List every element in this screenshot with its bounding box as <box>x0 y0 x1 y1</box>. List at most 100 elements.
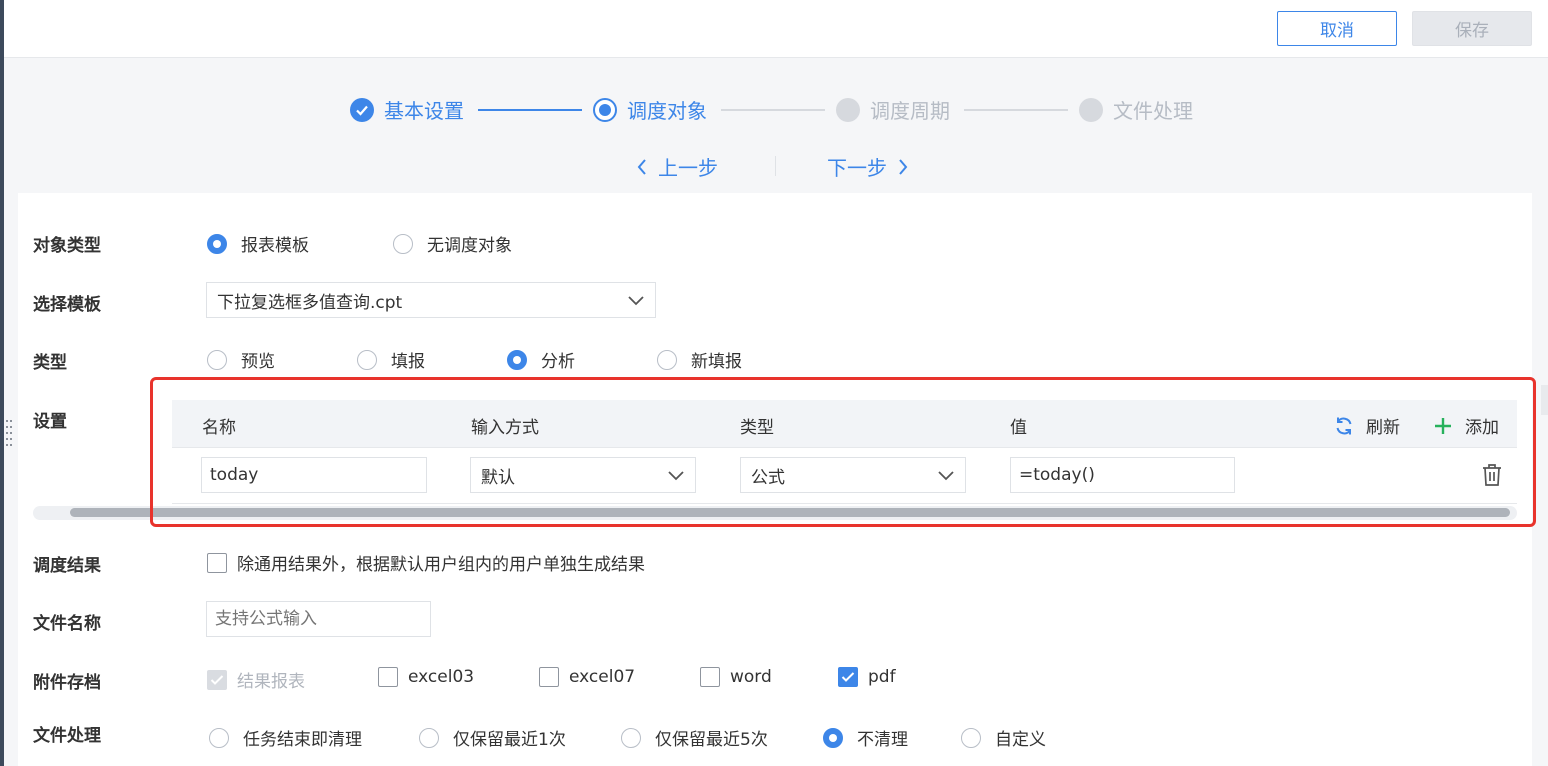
checkbox-label: pdf <box>868 667 896 687</box>
radio-analysis[interactable]: 分析 <box>507 347 575 372</box>
settings-label: 设置 <box>33 412 67 432</box>
cancel-button[interactable]: 取消 <box>1277 11 1397 46</box>
radio-no-cleanup[interactable]: 不清理 <box>823 725 908 750</box>
checkbox-label: excel03 <box>408 667 475 687</box>
refresh-button[interactable]: 刷新 <box>1334 413 1400 438</box>
table-header: 名称 输入方式 类型 值 <box>172 400 1517 448</box>
add-label: 添加 <box>1465 418 1499 438</box>
radio-checked-icon <box>823 727 843 748</box>
file-name-label: 文件名称 <box>33 614 101 634</box>
refresh-icon <box>1336 417 1352 434</box>
checkbox-label: 结果报表 <box>237 672 305 692</box>
horizontal-scrollbar-thumb[interactable] <box>70 508 1510 517</box>
step-basic-settings[interactable]: 基本设置 <box>350 95 464 124</box>
radio-unchecked-icon <box>357 349 377 370</box>
radio-label: 不清理 <box>857 730 908 750</box>
step-label: 基本设置 <box>384 99 464 123</box>
radio-label: 分析 <box>541 352 575 372</box>
current-step-icon <box>593 97 617 122</box>
checkbox-result-report[interactable]: 结果报表 <box>207 667 305 692</box>
per-user-result-checkbox[interactable]: 除通用结果外，根据默认用户组内的用户单独生成结果 <box>207 550 645 575</box>
step-label: 调度周期 <box>870 99 950 123</box>
template-select-value: 下拉复选框多值查询.cpt <box>217 292 403 313</box>
radio-label: 预览 <box>241 352 275 372</box>
check-icon <box>350 97 374 122</box>
checkbox-unchecked-icon <box>207 552 227 573</box>
checkbox-label: excel07 <box>569 667 636 687</box>
pending-step-icon <box>836 97 860 122</box>
radio-unchecked-icon <box>961 727 981 748</box>
radio-label: 报表模板 <box>241 236 309 256</box>
checkbox-excel07[interactable]: excel07 <box>539 667 635 687</box>
param-value-input[interactable]: =today() <box>1010 457 1235 493</box>
param-name-input[interactable]: today <box>201 457 427 493</box>
checkbox-checked-icon <box>207 669 227 690</box>
chevron-left-icon <box>637 158 646 175</box>
step-connector <box>721 109 825 111</box>
refresh-label: 刷新 <box>1366 418 1400 438</box>
radio-label: 仅保留最近1次 <box>453 730 566 750</box>
radio-checked-icon <box>207 233 227 254</box>
step-connector <box>964 109 1068 111</box>
column-header-type: 类型 <box>740 418 774 438</box>
drag-handle-icon[interactable] <box>5 418 13 446</box>
chevron-down-icon <box>938 471 954 481</box>
nav-divider <box>775 156 776 176</box>
stepper: 基本设置 调度对象 调度周期 文件处理 <box>0 95 1548 127</box>
radio-label: 自定义 <box>995 730 1046 750</box>
radio-unchecked-icon <box>621 727 641 748</box>
column-header-value: 值 <box>1010 418 1027 438</box>
template-select[interactable]: 下拉复选框多值查询.cpt <box>206 282 656 318</box>
checkbox-word[interactable]: word <box>700 667 772 687</box>
radio-keep-last-1[interactable]: 仅保留最近1次 <box>419 725 566 750</box>
checkbox-unchecked-icon <box>378 667 398 687</box>
checkbox-label: word <box>730 667 772 687</box>
radio-keep-last-5[interactable]: 仅保留最近5次 <box>621 725 768 750</box>
next-step-button[interactable]: 下一步 <box>827 152 909 181</box>
radio-new-fill[interactable]: 新填报 <box>657 347 742 372</box>
param-type-value: 公式 <box>751 467 785 488</box>
radio-report-template[interactable]: 报表模板 <box>207 231 309 256</box>
save-button[interactable]: 保存 <box>1412 11 1532 46</box>
chevron-down-icon <box>668 471 684 481</box>
step-connector <box>478 109 582 111</box>
prev-step-button[interactable]: 上一步 <box>636 152 718 181</box>
plus-icon <box>1435 417 1451 434</box>
attachments-label: 附件存档 <box>33 673 101 693</box>
radio-label: 仅保留最近5次 <box>655 730 768 750</box>
checkbox-unchecked-icon <box>700 667 720 687</box>
side-handle[interactable] <box>1541 385 1548 415</box>
radio-fill[interactable]: 填报 <box>357 347 425 372</box>
step-schedule-period[interactable]: 调度周期 <box>836 95 950 124</box>
radio-unchecked-icon <box>207 349 227 370</box>
radio-no-object[interactable]: 无调度对象 <box>393 231 512 256</box>
radio-unchecked-icon <box>393 233 413 254</box>
file-name-input[interactable] <box>206 601 431 637</box>
column-header-input-mode: 输入方式 <box>471 418 539 438</box>
file-handling-label: 文件处理 <box>33 726 101 746</box>
step-file-handling[interactable]: 文件处理 <box>1079 95 1193 124</box>
radio-custom[interactable]: 自定义 <box>961 725 1046 750</box>
next-step-label: 下一步 <box>827 156 887 180</box>
step-schedule-object[interactable]: 调度对象 <box>593 95 707 124</box>
radio-label: 无调度对象 <box>427 236 512 256</box>
radio-preview[interactable]: 预览 <box>207 347 275 372</box>
radio-clean-on-end[interactable]: 任务结束即清理 <box>209 725 362 750</box>
pending-step-icon <box>1079 97 1103 122</box>
radio-label: 任务结束即清理 <box>243 730 362 750</box>
template-label: 选择模板 <box>33 295 101 315</box>
input-mode-value: 默认 <box>481 467 515 488</box>
radio-label: 新填报 <box>691 352 742 372</box>
step-label: 调度对象 <box>627 99 707 123</box>
step-label: 文件处理 <box>1113 99 1193 123</box>
checkbox-pdf[interactable]: pdf <box>838 667 896 687</box>
param-type-select[interactable]: 公式 <box>740 457 966 493</box>
type-label: 类型 <box>33 353 67 373</box>
input-mode-select[interactable]: 默认 <box>470 457 696 493</box>
checkbox-excel03[interactable]: excel03 <box>378 667 474 687</box>
radio-checked-icon <box>507 349 527 370</box>
trash-icon[interactable] <box>1481 463 1503 487</box>
column-header-name: 名称 <box>202 418 236 438</box>
add-button[interactable]: 添加 <box>1433 413 1499 438</box>
checkbox-unchecked-icon <box>539 667 559 687</box>
